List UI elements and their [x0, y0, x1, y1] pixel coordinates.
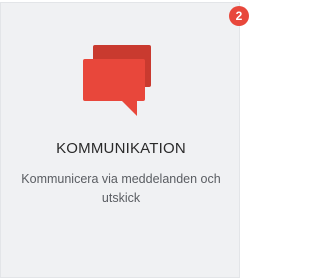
chat-bubbles-icon [77, 43, 167, 123]
notification-badge: 2 [229, 6, 249, 26]
card-description: Kommunicera via meddelanden och utskick [21, 172, 221, 205]
communication-card[interactable]: KOMMUNIKATION Kommunicera via meddelande… [0, 2, 240, 278]
card-title: KOMMUNIKATION [56, 140, 186, 157]
